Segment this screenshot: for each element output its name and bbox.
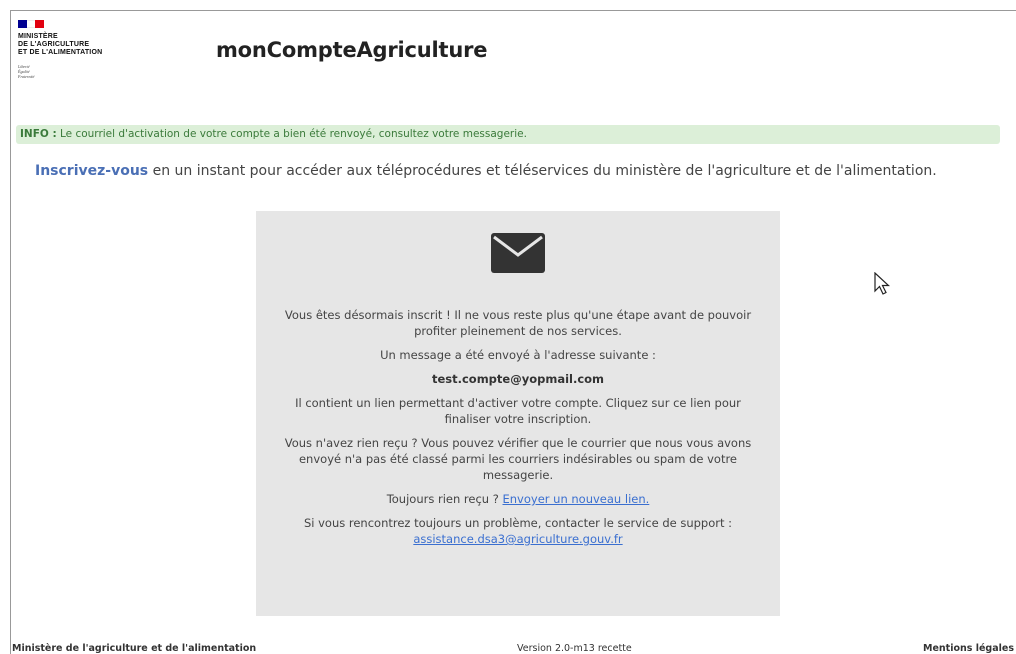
activation-instructions: Il contient un lien permettant d'activer…: [295, 396, 741, 426]
envelope-icon: [491, 233, 545, 273]
registered-message: Vous êtes désormais inscrit ! Il ne vous…: [284, 308, 752, 338]
intro-description: en un instant pour accéder aux téléprocé…: [148, 163, 937, 179]
support-line: Si vous rencontrez toujours un problème,…: [276, 515, 760, 547]
republic-motto: Liberté Égalité Fraternité: [18, 64, 35, 79]
info-label: INFO :: [20, 128, 57, 140]
resend-link[interactable]: Envoyer un nouveau lien.: [503, 492, 650, 506]
resend-line: Toujours rien reçu ? Envoyer un nouveau …: [276, 491, 760, 507]
ministry-name: MINISTÈRE DE L'AGRICULTURE ET DE L'ALIME…: [18, 33, 103, 56]
legal-notice-link[interactable]: Mentions légales: [923, 643, 1014, 654]
mouse-cursor-icon: [874, 272, 891, 295]
sent-message: Un message a été envoyé à l'adresse suiv…: [380, 348, 656, 362]
app-title: monCompteAgriculture: [216, 38, 488, 62]
email-address: test.compte@yopmail.com: [431, 372, 605, 386]
support-email-link[interactable]: assistance.dsa3@agriculture.gouv.fr: [413, 532, 622, 546]
confirmation-card: Vous êtes désormais inscrit ! Il ne vous…: [256, 211, 780, 616]
info-message: Le courriel d'activation de votre compte…: [56, 128, 527, 140]
site-header: MINISTÈRE DE L'AGRICULTURE ET DE L'ALIME…: [18, 20, 998, 100]
info-banner: INFO : Le courriel d'activation de votre…: [16, 125, 1000, 144]
resend-prefix: Toujours rien reçu ?: [386, 492, 503, 506]
intro-text: Inscrivez-vous en un instant pour accéde…: [35, 163, 937, 179]
ministry-logo[interactable]: MINISTÈRE DE L'AGRICULTURE ET DE L'ALIME…: [18, 20, 168, 95]
support-prefix: Si vous rencontrez toujours un problème,…: [303, 516, 733, 530]
flag-icon: [18, 20, 45, 28]
signup-link[interactable]: Inscrivez-vous: [35, 163, 148, 179]
footer-ministry: Ministère de l'agriculture et de l'alime…: [12, 643, 257, 654]
spam-hint: Vous n'avez rien reçu ? Vous pouvez véri…: [284, 436, 752, 482]
footer-version: Version 2.0-m13 recette: [517, 643, 632, 654]
card-body: Vous êtes désormais inscrit ! Il ne vous…: [276, 307, 760, 555]
